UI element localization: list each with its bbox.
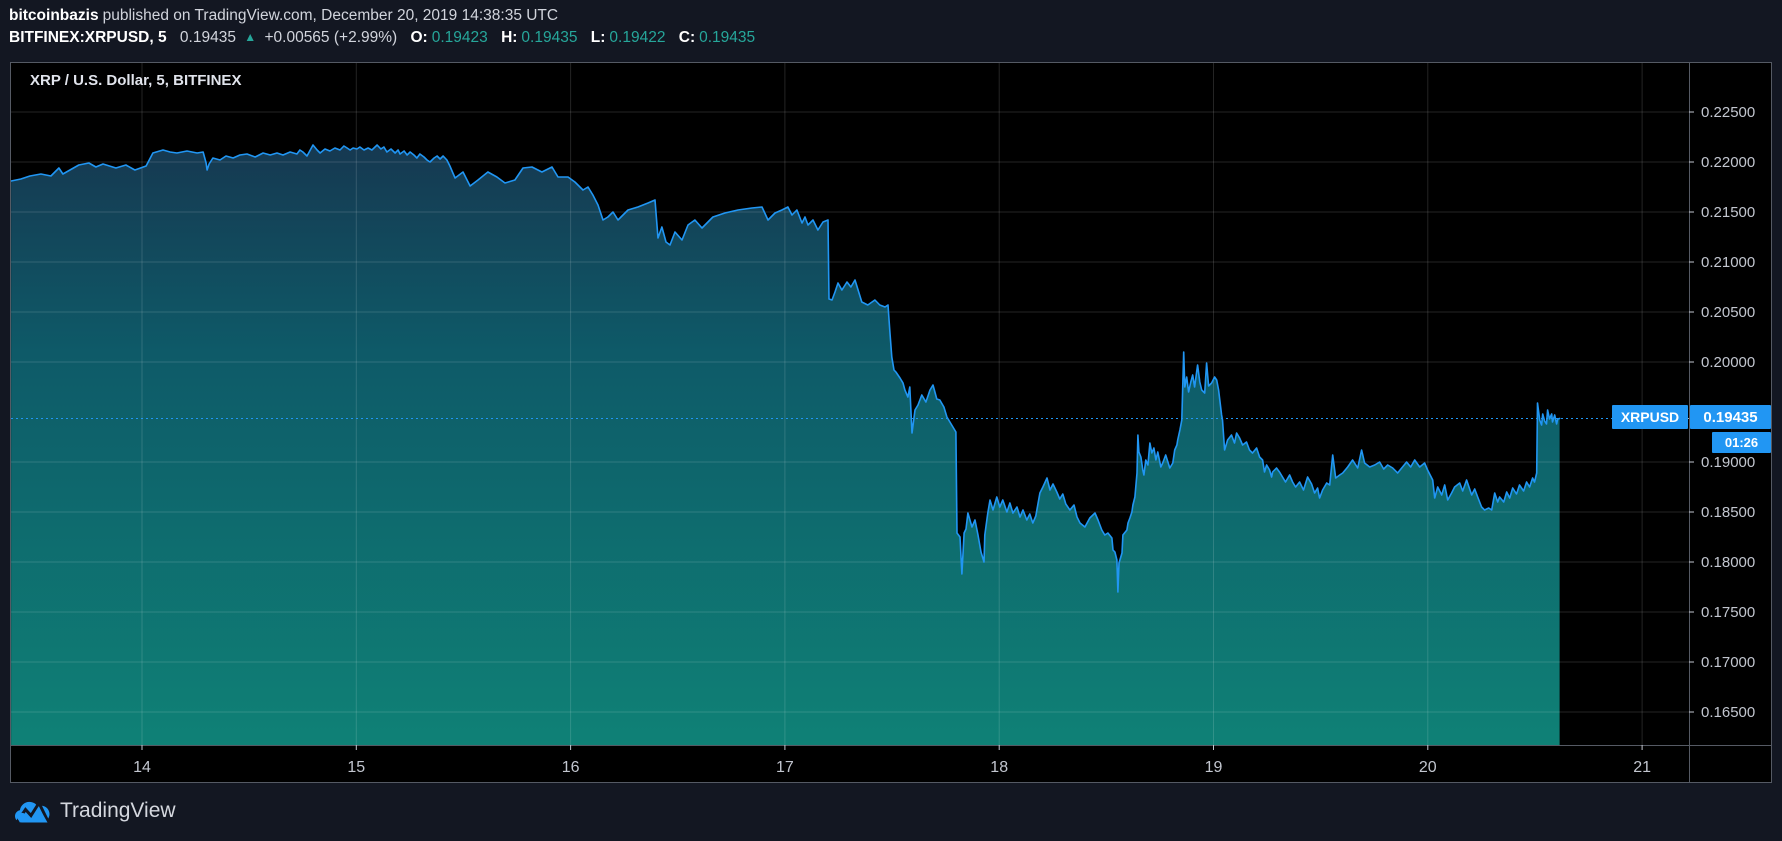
svg-text:0.19000: 0.19000 [1701, 454, 1755, 471]
svg-text:16: 16 [562, 759, 580, 776]
symbol-status-line: BITFINEX:XRPUSD, 5 0.19435 ▲ +0.00565 (+… [9, 29, 764, 47]
low-label: L: [590, 29, 606, 46]
svg-text:15: 15 [347, 759, 365, 776]
svg-text:0.17000: 0.17000 [1701, 654, 1755, 671]
symbol-interval: BITFINEX:XRPUSD, 5 [9, 29, 167, 46]
low-value: 0.19422 [609, 29, 666, 46]
close-label: C: [678, 29, 696, 46]
svg-text:17: 17 [776, 759, 794, 776]
tradingview-logo-icon [14, 799, 51, 826]
symbol-price-flag: XRPUSD [1612, 405, 1688, 429]
svg-text:0.22500: 0.22500 [1701, 104, 1755, 121]
price-change: +0.00565 (+2.99%) [264, 29, 398, 46]
bar-countdown-label: 01:26 [1712, 432, 1771, 453]
svg-text:0.17500: 0.17500 [1701, 604, 1755, 621]
svg-text:18: 18 [990, 759, 1008, 776]
chart-title: XRP / U.S. Dollar, 5, BITFINEX [30, 72, 242, 89]
close-value: 0.19435 [699, 29, 756, 46]
svg-text:0.18500: 0.18500 [1701, 504, 1755, 521]
svg-text:0.20500: 0.20500 [1701, 304, 1755, 321]
price-chart-canvas[interactable]: 0.22500 0.22000 0.21500 0.21000 0.20500 … [11, 63, 1771, 782]
open-label: O: [410, 29, 428, 46]
last-price-label: 0.19435 [1690, 405, 1771, 429]
high-label: H: [501, 29, 518, 46]
author-name: bitcoinbazis [9, 7, 99, 24]
open-value: 0.19423 [431, 29, 488, 46]
high-value: 0.19435 [521, 29, 578, 46]
svg-text:0.22000: 0.22000 [1701, 154, 1755, 171]
publish-info-line: bitcoinbazis published on TradingView.com… [9, 7, 562, 25]
svg-text:14: 14 [133, 759, 151, 776]
published-text: published on TradingView.com, December 2… [102, 7, 559, 24]
svg-text:0.21500: 0.21500 [1701, 204, 1755, 221]
svg-text:0.20000: 0.20000 [1701, 354, 1755, 371]
up-triangle-icon: ▲ [244, 30, 257, 44]
svg-text:0.21000: 0.21000 [1701, 254, 1755, 271]
svg-text:20: 20 [1419, 759, 1437, 776]
chart-frame: 0.22500 0.22000 0.21500 0.21000 0.20500 … [10, 62, 1772, 783]
last-price: 0.19435 [179, 29, 236, 46]
brand-name[interactable]: TradingView [60, 799, 176, 823]
tradingview-link[interactable]: TradingView [14, 796, 176, 826]
svg-text:0.18000: 0.18000 [1701, 554, 1755, 571]
svg-text:19: 19 [1205, 759, 1223, 776]
page: { "header": { "author": "bitcoinbazis", … [0, 0, 1782, 841]
svg-text:0.16500: 0.16500 [1701, 704, 1755, 721]
time-axis[interactable]: 14 15 16 17 18 19 20 21 [133, 745, 1651, 776]
svg-text:21: 21 [1633, 759, 1651, 776]
